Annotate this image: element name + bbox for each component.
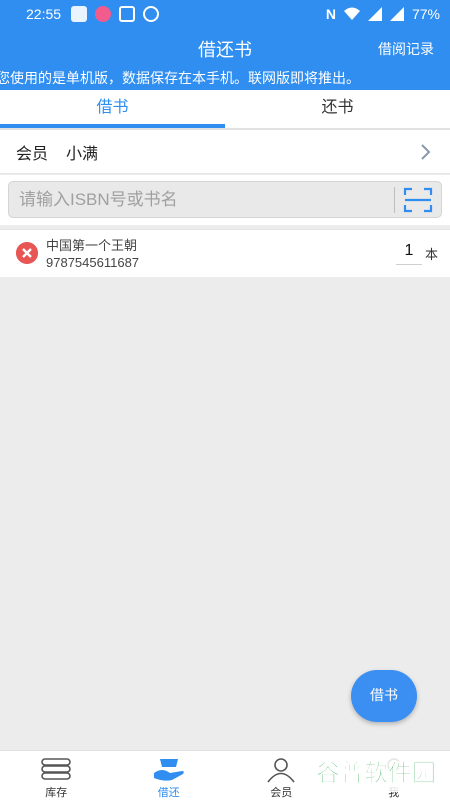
nfc-icon: N	[325, 6, 336, 22]
svg-text:谷普软件园: 谷普软件园	[316, 759, 436, 787]
chevron-right-icon	[421, 143, 431, 160]
divider	[394, 186, 395, 213]
notice-banner: 您使用的是单机版，数据保存在本手机。联网版即将推出。	[0, 68, 450, 90]
person-icon	[267, 758, 295, 783]
history-button[interactable]: 借阅记录	[378, 39, 434, 59]
battery-level: 77%	[411, 6, 440, 22]
nav-label: 库存	[45, 786, 68, 799]
signal-icon	[367, 7, 382, 21]
nav-label: 借还	[157, 786, 180, 799]
quantity-unit: 本	[424, 248, 438, 263]
delete-icon[interactable]	[16, 242, 38, 264]
member-name: 小满	[66, 143, 99, 163]
member-selector[interactable]: 会员 小满	[0, 130, 450, 174]
app-notification-icon	[71, 6, 88, 22]
notice-text: 您使用的是单机版，数据保存在本手机。联网版即将推出。	[0, 71, 360, 87]
wifi-icon	[343, 7, 360, 20]
search-box	[8, 181, 442, 218]
book-title: 中国第一个王朝	[46, 239, 138, 254]
books-stack-icon	[41, 758, 72, 780]
quantity-input[interactable]: 1	[396, 242, 422, 265]
image-notification-icon	[119, 6, 136, 22]
tab-borrow[interactable]: 借书	[0, 90, 225, 128]
chat-notification-icon	[95, 6, 112, 22]
scan-icon[interactable]	[403, 187, 433, 213]
status-bar: 22:55 N 77%	[0, 0, 450, 28]
tab-return[interactable]: 还书	[225, 90, 450, 128]
watermark-logo: 谷普软件园	[306, 752, 446, 792]
vpn-notification-icon	[143, 6, 160, 22]
search-area	[0, 175, 450, 225]
borrow-fab-button[interactable]: 借书	[351, 670, 417, 722]
tab-bar: 借书 还书	[0, 90, 450, 128]
signal-icon-2	[389, 7, 404, 21]
status-time: 22:55	[26, 6, 62, 22]
nav-item-inventory[interactable]: 库存	[0, 751, 113, 800]
list-item: 中国第一个王朝 9787545611687 1 本	[0, 229, 450, 277]
nav-item-borrow-return[interactable]: 借还	[113, 751, 226, 800]
hand-book-icon	[153, 759, 184, 781]
search-input[interactable]	[19, 189, 394, 210]
app-bar: 借还书 借阅记录	[0, 28, 450, 68]
member-label: 会员	[16, 143, 49, 163]
book-isbn: 9787545611687	[46, 255, 140, 270]
